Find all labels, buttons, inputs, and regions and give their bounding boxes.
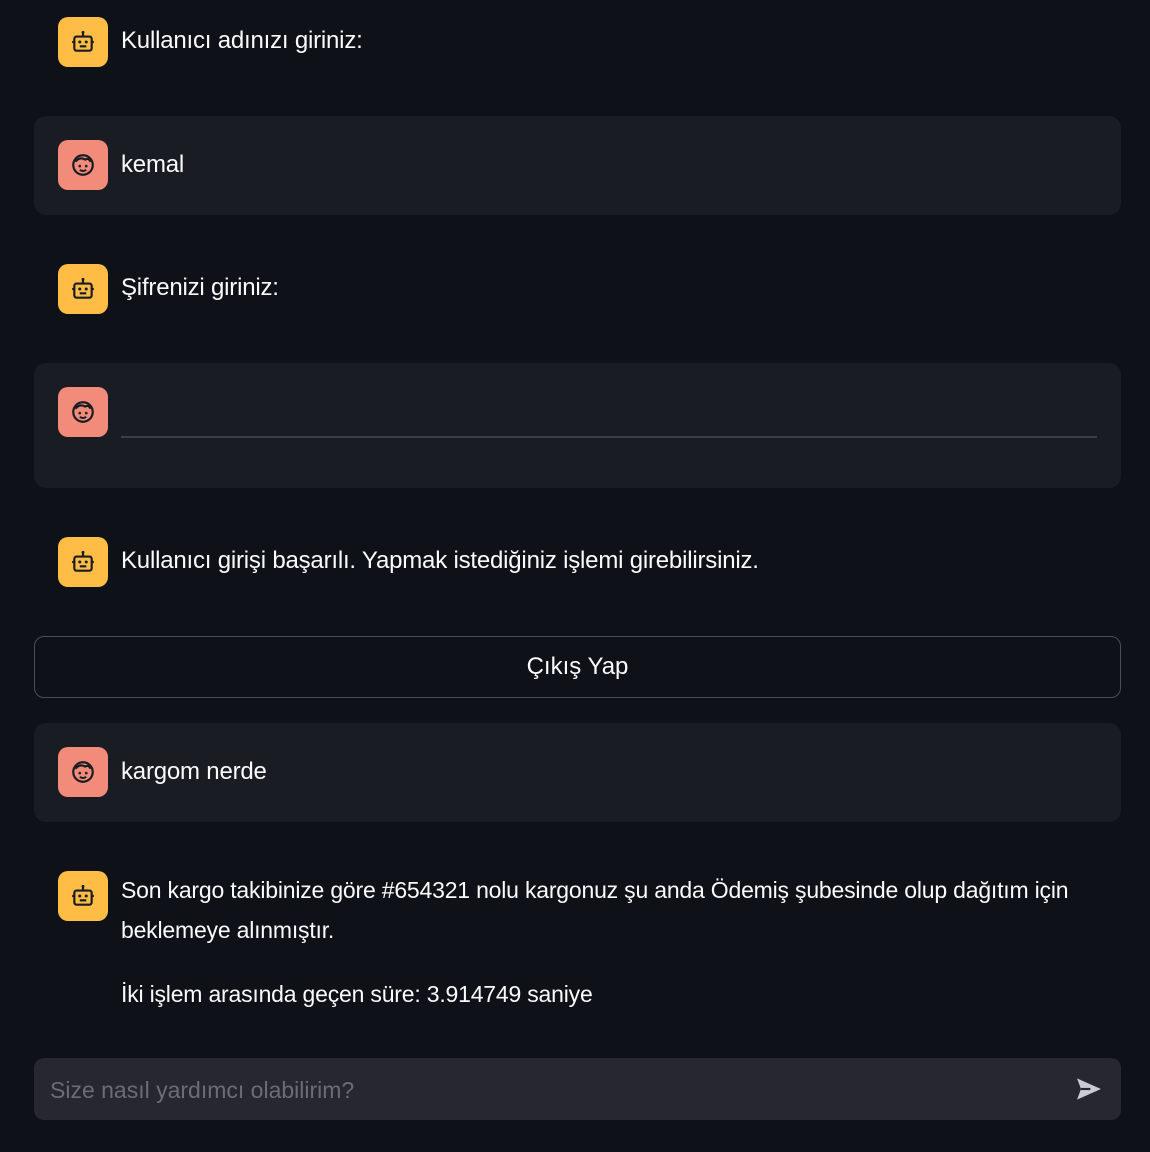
chat-message-bot: Kullanıcı girişi başarılı. Yapmak istedi… [34, 520, 1121, 604]
face-icon [58, 747, 108, 797]
chat-input[interactable] [48, 1058, 1052, 1122]
face-icon [58, 387, 108, 437]
bot-message-line: beklemeye alınmıştır. [121, 917, 335, 943]
logout-button[interactable]: Çıkış Yap [34, 636, 1121, 698]
password-field-underline [121, 436, 1097, 438]
robot-icon [58, 537, 108, 587]
chat-input-bar [34, 1058, 1121, 1122]
chat-message-user: kargom nerde [34, 723, 1121, 822]
bot-message-text: Kullanıcı adınızı giriniz: [121, 27, 363, 54]
bot-message-text: Kullanıcı girişi başarılı. Yapmak istedi… [121, 547, 759, 574]
chat-message-bot: Son kargo takibinize göre #654321 nolu k… [34, 852, 1121, 1022]
chat-page: Kullanıcı adınızı giriniz: kemal Şifreni… [0, 0, 1150, 1152]
chat-message-bot: Kullanıcı adınızı giriniz: [34, 0, 1121, 84]
bot-message-line: Son kargo takibinize göre #654321 nolu k… [121, 877, 1069, 903]
robot-icon [58, 17, 108, 67]
send-icon[interactable] [1073, 1073, 1105, 1105]
chat-message-user: kemal [34, 116, 1121, 215]
user-message-text: kargom nerde [121, 758, 267, 785]
bot-message-line: İki işlem arasında geçen süre: 3.914749 … [121, 981, 593, 1007]
bot-message-text: Şifrenizi giriniz: [121, 274, 279, 301]
face-icon [58, 140, 108, 190]
chat-message-user [34, 363, 1121, 488]
robot-icon [58, 871, 108, 921]
chat-message-bot: Şifrenizi giriniz: [34, 248, 1121, 332]
user-message-text: kemal [121, 151, 185, 178]
robot-icon [58, 264, 108, 314]
